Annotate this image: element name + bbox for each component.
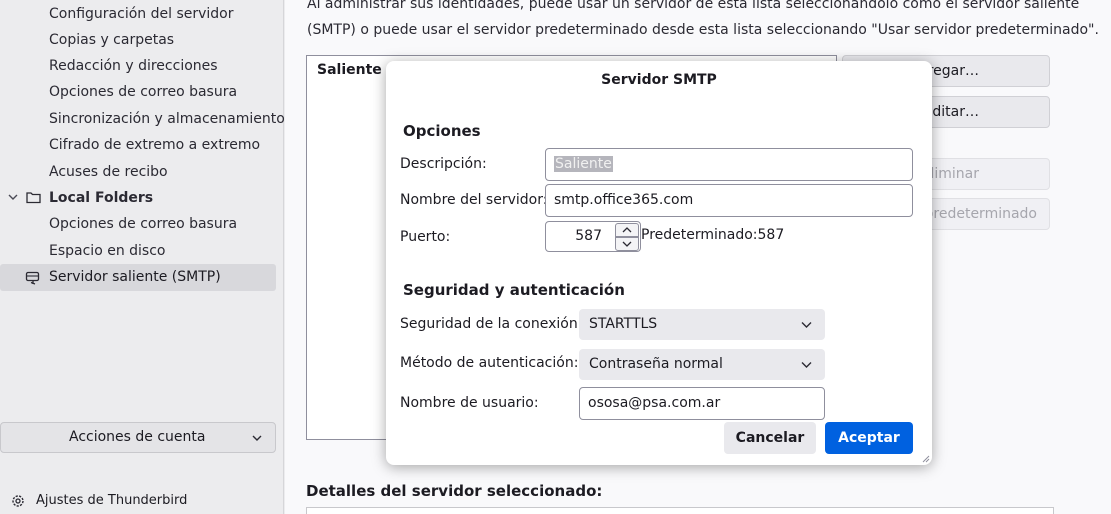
server-name-label: Nombre del servidor:: [400, 192, 548, 208]
options-section-title: Opciones: [403, 122, 481, 140]
sidebar-item-junk-settings[interactable]: Opciones de correo basura: [49, 79, 237, 105]
auth-method-value: Contraseña normal: [589, 356, 723, 372]
username-value: ososa@psa.com.ar: [588, 395, 721, 411]
port-value: 587: [575, 228, 602, 244]
auth-method-select[interactable]: Contraseña normal: [579, 349, 825, 380]
connection-security-select[interactable]: STARTTLS: [579, 309, 825, 340]
sidebar-item-copies-folders[interactable]: Copias y carpetas: [49, 27, 174, 53]
cancel-button[interactable]: Cancelar: [724, 422, 816, 454]
sidebar-item-disk-space[interactable]: Espacio en disco: [49, 238, 165, 264]
security-section-title: Seguridad y autenticación: [403, 281, 625, 299]
local-folders-label: Local Folders: [49, 190, 154, 206]
server-details-box: [306, 507, 1054, 514]
chevron-up-icon: [622, 227, 632, 233]
account-settings-sidebar: Configuración del servidor Copias y carp…: [0, 0, 285, 514]
server-name-input[interactable]: smtp.office365.com: [545, 184, 913, 217]
smtp-server-dialog: Servidor SMTP Opciones Descripción: Sali…: [386, 61, 932, 465]
description-input[interactable]: Saliente: [545, 148, 913, 181]
sidebar-item-local-junk-settings[interactable]: Opciones de correo basura: [49, 211, 237, 237]
chevron-down-icon: [801, 322, 812, 328]
folder-icon: [26, 192, 41, 204]
sidebar-item-e2e-encryption[interactable]: Cifrado de extremo a extremo: [49, 132, 260, 158]
resize-grip-icon[interactable]: [920, 453, 930, 463]
dialog-title: Servidor SMTP: [601, 72, 717, 88]
chevron-down-icon: [622, 241, 632, 247]
account-actions-label: Acciones de cuenta: [69, 429, 206, 445]
username-label: Nombre de usuario:: [400, 395, 539, 411]
sidebar-item-outgoing-server-label: Servidor saliente (SMTP): [49, 269, 221, 285]
intro-line-1: Al administrar sus identidades, puede us…: [307, 0, 1080, 12]
gear-icon: [12, 495, 24, 507]
sidebar-item-sync-storage[interactable]: Sincronización y almacenamiento: [49, 106, 285, 132]
connection-security-value: STARTTLS: [589, 316, 658, 332]
port-stepper[interactable]: 587: [545, 221, 641, 252]
sidebar-item-outgoing-server[interactable]: Servidor saliente (SMTP): [0, 264, 276, 291]
sidebar-item-return-receipts[interactable]: Acuses de recibo: [49, 159, 168, 185]
sidebar-item-server-settings[interactable]: Configuración del servidor: [49, 1, 234, 27]
server-details-title: Detalles del servidor seleccionado:: [306, 482, 603, 500]
connection-security-label: Seguridad de la conexión:: [400, 316, 583, 332]
description-label: Descripción:: [400, 156, 487, 172]
chevron-down-icon[interactable]: [6, 190, 20, 204]
chevron-down-icon: [252, 435, 262, 441]
port-default-note: Predeterminado:587: [641, 227, 785, 243]
outgoing-server-icon: [25, 271, 40, 285]
description-value: Saliente: [554, 156, 613, 172]
thunderbird-settings-label: Ajustes de Thunderbird: [36, 493, 188, 508]
intro-line-2: (SMTP) o puede usar el servidor predeter…: [307, 22, 1099, 38]
intro-text: Al administrar sus identidades, puede us…: [307, 0, 1107, 43]
server-name-value: smtp.office365.com: [554, 192, 694, 208]
chevron-down-icon: [801, 362, 812, 368]
port-decrement-button[interactable]: [615, 237, 639, 251]
account-actions-menu[interactable]: Acciones de cuenta: [0, 422, 276, 453]
port-increment-button[interactable]: [615, 223, 639, 237]
port-label: Puerto:: [400, 229, 451, 245]
sidebar-account-local-folders[interactable]: Local Folders: [0, 185, 276, 211]
accept-button[interactable]: Aceptar: [825, 422, 913, 454]
sidebar-item-composition[interactable]: Redacción y direcciones: [49, 53, 218, 79]
auth-method-label: Método de autenticación:: [400, 355, 579, 371]
smtp-server-row[interactable]: Saliente -: [317, 62, 392, 78]
username-input[interactable]: ososa@psa.com.ar: [579, 387, 825, 420]
